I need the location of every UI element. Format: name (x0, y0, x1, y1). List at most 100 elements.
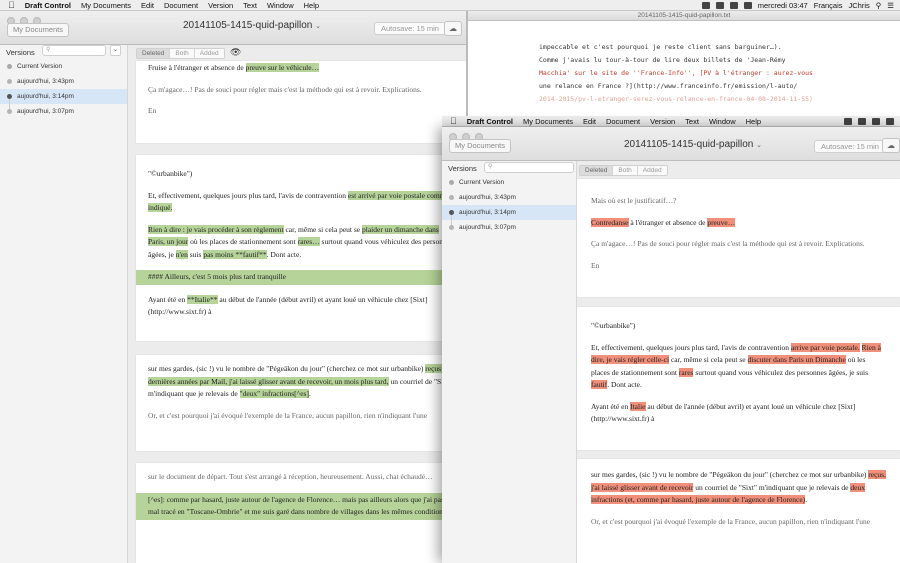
search-icon[interactable]: ⚲ (876, 1, 882, 10)
eye-icon[interactable]: 👁 (230, 47, 241, 58)
user-name[interactable]: JChris (849, 1, 870, 10)
status-area: mercredi 03:47 Français JChris ⚲ ☰ (701, 0, 894, 10)
status-area (844, 116, 894, 126)
menu-text[interactable]: Text (685, 117, 699, 126)
card-paragraph: "©urbanbike") (148, 169, 193, 178)
document-title[interactable]: 20141105-1415-quid-papillon ⌄ (183, 20, 321, 31)
menu-document[interactable]: Document (606, 117, 640, 126)
text-editor-body[interactable]: impeccable et c'est pourquoi je reste cl… (468, 21, 900, 106)
card-paragraph: [^es]: comme par hasard, juste autour de… (136, 492, 466, 520)
diff-card: "©urbanbike") Et, effectivement, quelque… (136, 155, 466, 341)
version-dot (449, 195, 454, 200)
card-paragraph: Mais où est le justificatif…? (591, 196, 677, 205)
segment-deleted[interactable]: Deleted (580, 166, 614, 175)
cloud-icon[interactable]: ☁ (882, 138, 900, 153)
menu-document[interactable]: Document (164, 1, 198, 10)
version-dot (7, 64, 12, 69)
version-dot (449, 180, 454, 185)
list-icon[interactable]: ☰ (887, 1, 894, 10)
version-item[interactable]: Current Version (442, 175, 576, 190)
version-item-selected[interactable]: aujourd'hui, 3:14pm (442, 205, 576, 225)
input-language[interactable]: Français (814, 1, 843, 10)
back-diff-content: Deleted Both Added 👁 Fruise à l'étranger… (128, 45, 466, 563)
autosave-field[interactable]: Autosave: 15 min (814, 140, 886, 153)
menu-window[interactable]: Window (267, 1, 294, 10)
status-icon[interactable] (858, 118, 866, 125)
menu-text[interactable]: Text (243, 1, 257, 10)
menu-edit[interactable]: Edit (141, 1, 154, 10)
menu-app-name[interactable]: Draft Control (467, 117, 513, 126)
menu-app-name[interactable]: Draft Control (25, 1, 71, 10)
status-icon[interactable] (844, 118, 852, 125)
document-title[interactable]: 20141105-1415-quid-papillon ⌄ (624, 139, 762, 150)
cloud-icon[interactable]: ☁ (444, 21, 462, 36)
version-item[interactable]: aujourd'hui, 3:43pm (442, 190, 576, 205)
versions-list: Current Version aujourd'hui, 3:43pm aujo… (0, 59, 127, 119)
menu-my-documents[interactable]: My Documents (523, 117, 573, 126)
status-icon[interactable] (886, 118, 894, 125)
menu-help[interactable]: Help (304, 1, 319, 10)
version-item[interactable]: aujourd'hui, 3:07pm (0, 104, 127, 119)
card-paragraph: En (591, 260, 600, 270)
autosave-field[interactable]: Autosave: 15 min (374, 22, 446, 35)
menu-edit[interactable]: Edit (583, 117, 596, 126)
status-icon[interactable] (872, 118, 880, 125)
card-paragraph: Fruise à l'étranger et absence de preuve… (148, 63, 320, 72)
segment-added[interactable]: Added (637, 166, 667, 175)
versions-search-input[interactable]: ⚲ (42, 45, 106, 56)
text-line: une relance en France ?](http://www.fran… (539, 82, 798, 90)
segment-added[interactable]: Added (194, 49, 224, 58)
version-item-selected[interactable]: aujourd'hui, 3:14pm (0, 89, 127, 109)
front-document-window: My Documents 20141105-1415-quid-papillon… (442, 127, 900, 563)
card-paragraph: Or, et c'est pourquoi j'ai évoqué l'exem… (148, 410, 428, 420)
menu-version[interactable]: Version (650, 117, 675, 126)
diff-card: "©urbanbike") Et, effectivement, quelque… (577, 307, 900, 450)
back-document-window: My Documents 20141105-1415-quid-papillon… (0, 11, 467, 563)
my-documents-button[interactable]: My Documents (449, 139, 512, 153)
clock[interactable]: mercredi 03:47 (758, 1, 808, 10)
text-editor-title: 20141105-1415-quid-papillon.txt (468, 11, 900, 21)
menu-version[interactable]: Version (208, 1, 233, 10)
front-menu-bar:  Draft Control My Documents Edit Docume… (442, 116, 900, 127)
search-icon: ⚲ (46, 47, 51, 53)
diff-card: sur le document de départ. Tout s'est ar… (136, 463, 466, 563)
wifi-icon[interactable] (743, 2, 752, 9)
my-documents-button[interactable]: My Documents (7, 23, 70, 37)
status-icon[interactable] (729, 2, 738, 9)
version-item[interactable]: aujourd'hui, 3:07pm (442, 220, 576, 235)
search-icon: ⚲ (488, 164, 493, 170)
menu-help[interactable]: Help (746, 117, 761, 126)
card-paragraph: sur mes gardes, (sic !) vu le nombre de … (591, 470, 886, 504)
card-paragraph: Et, effectivement, quelques jours plus t… (148, 190, 449, 212)
segment-both[interactable]: Both (170, 49, 195, 58)
text-line: impeccable et c'est pourquoi je reste cl… (539, 43, 782, 51)
segment-deleted[interactable]: Deleted (137, 49, 171, 58)
card-paragraph: Ça m'agace…! Pas de souci pour régler ma… (591, 239, 865, 248)
menu-window[interactable]: Window (709, 117, 736, 126)
segment-both[interactable]: Both (613, 166, 638, 175)
versions-search-input[interactable]: ⚲ (484, 162, 574, 173)
apple-icon[interactable]:  (8, 0, 15, 10)
menu-bar:  Draft Control My Documents Edit Docume… (0, 0, 900, 11)
card-paragraph: Ayant été en Italie au début de l'année … (591, 401, 856, 423)
text-line: Macchia' sur le site de ''France-Info'',… (539, 69, 813, 77)
front-diff-content: Deleted Both Added Mais où est le justif… (577, 161, 900, 563)
menu-my-documents[interactable]: My Documents (81, 1, 131, 10)
text-line: Comme j'avais lu tour-à-tour de lire deu… (539, 56, 786, 64)
version-item[interactable]: aujourd'hui, 3:43pm (0, 74, 127, 89)
version-dot (7, 79, 12, 84)
card-paragraph: Ayant été en **Italie** au début de l'an… (148, 294, 428, 316)
status-icon[interactable] (715, 2, 724, 9)
status-icon[interactable] (701, 2, 710, 9)
version-item[interactable]: Current Version (0, 59, 127, 74)
apple-icon[interactable]:  (450, 116, 457, 126)
card-paragraph: "©urbanbike") (591, 321, 636, 330)
card-paragraph: En (148, 106, 157, 115)
chevron-down-icon: ⌄ (315, 23, 322, 30)
version-dot (449, 225, 454, 230)
diff-card: sur mes gardes, (sic !) vu le nombre de … (136, 355, 466, 451)
chevron-down-icon[interactable]: ⌄ (110, 45, 121, 56)
diff-mode-segment[interactable]: Deleted Both Added (579, 165, 668, 176)
diff-mode-segment[interactable]: Deleted Both Added (136, 48, 225, 59)
chevron-down-icon: ⌄ (756, 142, 763, 149)
